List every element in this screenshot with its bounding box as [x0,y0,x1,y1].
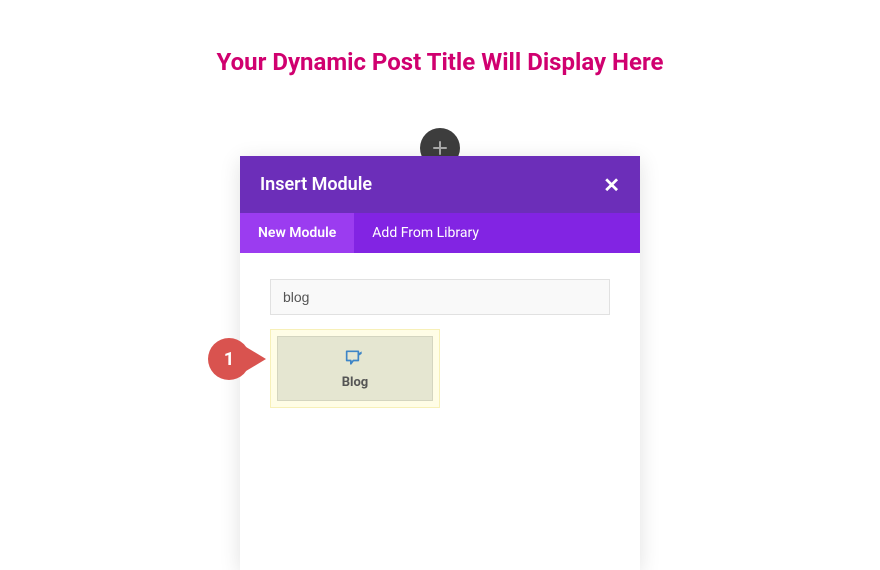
insert-module-modal: Insert Module ✕ New Module Add From Libr… [240,156,640,570]
modal-header: Insert Module ✕ [240,156,640,213]
tab-add-from-library[interactable]: Add From Library [354,213,497,253]
step-annotation-1: 1 [208,338,266,380]
search-input[interactable] [270,279,610,315]
annotation-number: 1 [208,338,250,380]
modal-title: Insert Module [260,174,372,195]
modal-body: Blog [240,253,640,570]
close-icon[interactable]: ✕ [603,175,620,195]
module-result-highlight: Blog [270,329,440,408]
modal-tabs: New Module Add From Library [240,213,640,253]
blog-module-icon [345,349,365,367]
page-title: Your Dynamic Post Title Will Display Her… [0,0,880,76]
module-card-label: Blog [278,375,432,390]
tab-new-module[interactable]: New Module [240,213,354,253]
plus-icon [432,140,448,156]
module-card-blog[interactable]: Blog [277,336,433,401]
annotation-pointer-icon [246,347,266,371]
